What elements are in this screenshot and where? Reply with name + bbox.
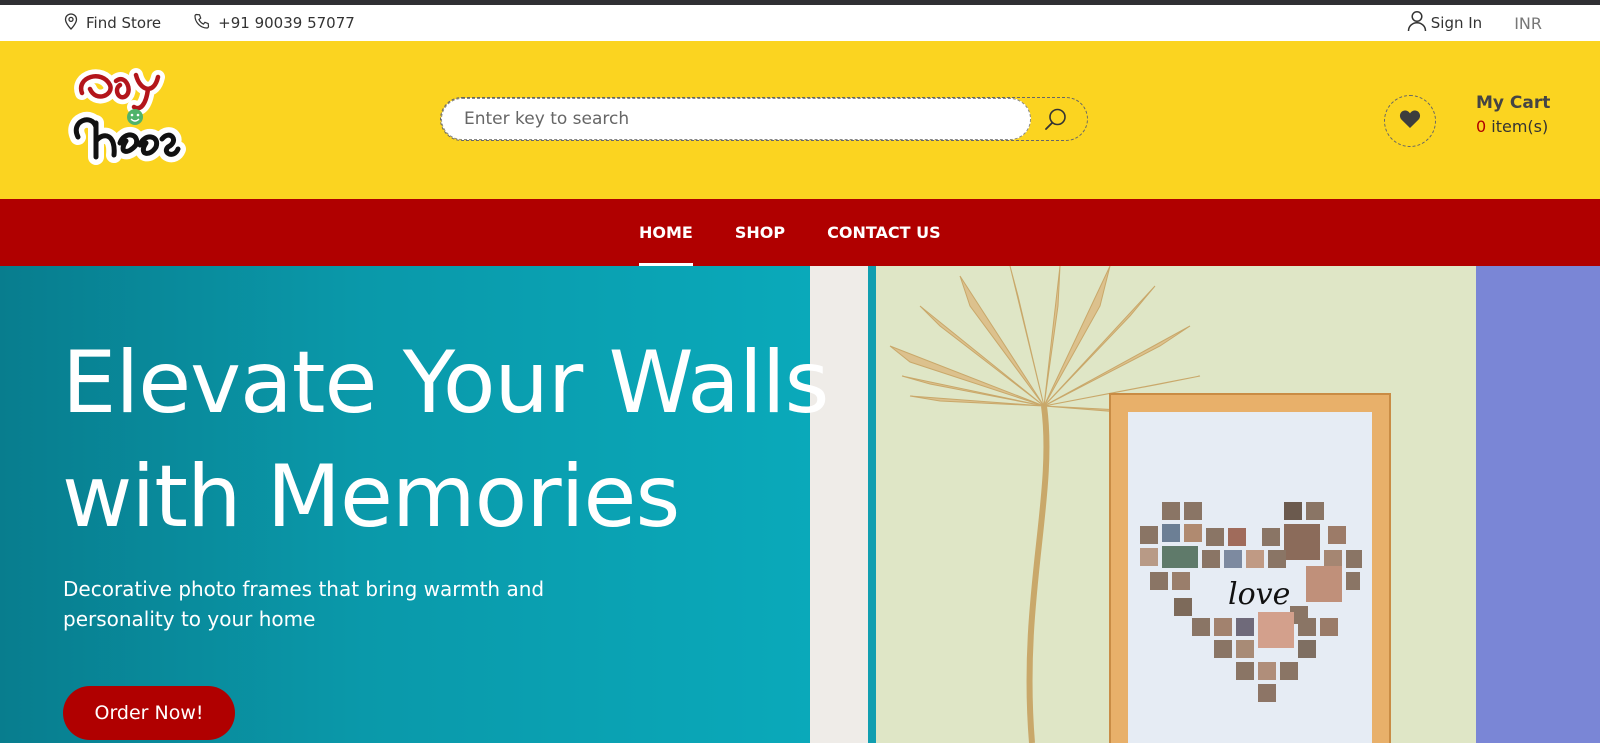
nav-item-home[interactable]: HOME: [639, 199, 693, 266]
phone-link[interactable]: +91 90039 57077: [193, 13, 355, 34]
wishlist-button[interactable]: [1384, 95, 1436, 147]
header: My Cart 0 item(s): [0, 41, 1600, 199]
topbar-right: Sign In INR: [1407, 5, 1542, 41]
find-store-link[interactable]: Find Store: [64, 12, 162, 34]
cart-count-suffix: item(s): [1486, 117, 1549, 136]
search-bar: [440, 97, 1088, 141]
heart-icon: [1399, 109, 1421, 133]
hero-photo-frame-image: love: [810, 266, 1600, 743]
hero-title: Elevate Your Walls with Memories: [62, 326, 882, 554]
hero-subtitle: Decorative photo frames that bring warmt…: [63, 577, 545, 631]
nav-item-contact-us[interactable]: CONTACT US: [827, 199, 941, 266]
main-nav: HOME SHOP CONTACT US: [0, 199, 1600, 266]
sign-in-link[interactable]: Sign In: [1407, 10, 1482, 36]
say-cheese-logo[interactable]: [62, 59, 190, 183]
user-icon: [1407, 10, 1427, 36]
location-pin-icon: [64, 12, 78, 34]
find-store-label: Find Store: [86, 14, 162, 32]
phone-number: +91 90039 57077: [218, 14, 355, 32]
cart-count: 0: [1476, 117, 1487, 136]
nav-item-shop[interactable]: SHOP: [735, 199, 785, 266]
currency-selector[interactable]: INR: [1514, 14, 1542, 33]
topbar-left: Find Store +91 90039 57077: [64, 5, 355, 41]
order-now-button[interactable]: Order Now!: [63, 686, 235, 740]
cart-count-line: 0 item(s): [1476, 117, 1550, 136]
hero-banner: love Elevate Your Walls with Memories De…: [0, 266, 1600, 743]
search-icon: [1043, 108, 1069, 136]
nav-items: HOME SHOP CONTACT US: [639, 199, 941, 266]
search-button[interactable]: [1043, 106, 1071, 134]
sign-in-label: Sign In: [1430, 14, 1483, 32]
hero-title-line-2: with Memories: [62, 447, 680, 547]
cart-summary[interactable]: My Cart 0 item(s): [1476, 93, 1550, 136]
topbar: Find Store +91 90039 57077 Sign In INR: [0, 5, 1600, 41]
frame-love-text: love: [1228, 577, 1290, 612]
cart-title: My Cart: [1476, 93, 1551, 113]
search-input[interactable]: [441, 98, 1031, 140]
hero-title-line-1: Elevate Your Walls: [62, 333, 829, 433]
phone-icon: [193, 13, 210, 34]
